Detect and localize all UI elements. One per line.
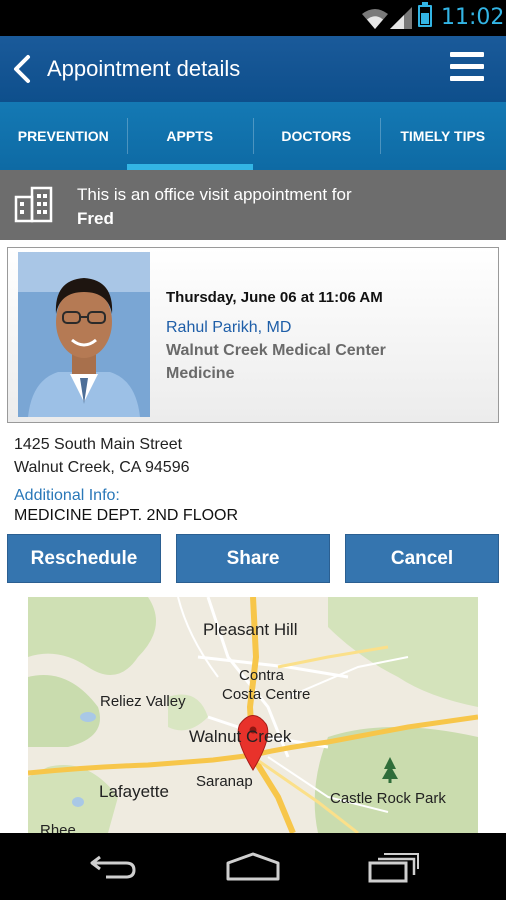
status-clock: 11:02 — [441, 5, 505, 30]
map-label-reliez-valley: Reliez Valley — [100, 693, 186, 710]
map-label-contra: Contra — [239, 667, 285, 684]
patient-name: Fred — [77, 209, 114, 228]
facility-name: Walnut Creek Medical Center — [166, 342, 386, 359]
map-label-costa-centre: Costa Centre — [222, 686, 311, 703]
banner-text: This is an office visit appointment for — [77, 185, 352, 204]
nav-back-icon[interactable] — [88, 851, 138, 881]
doctor-photo — [18, 252, 150, 417]
tab-doctors[interactable]: DOCTORS — [253, 102, 380, 170]
back-arrow-icon[interactable] — [10, 54, 34, 84]
map-label-lafayette: Lafayette — [99, 782, 169, 801]
tab-appts[interactable]: APPTS — [126, 102, 254, 170]
map-label-saranap: Saranap — [196, 773, 253, 790]
address-line-2: Walnut Creek, CA 94596 — [14, 459, 190, 476]
signal-icon — [390, 7, 412, 29]
tab-bar: PREVENTION APPTS DOCTORS TIMELY TIPS — [0, 102, 506, 170]
menu-icon[interactable] — [450, 52, 484, 86]
department-name: Medicine — [166, 365, 235, 382]
nav-recents-icon[interactable] — [368, 851, 420, 883]
page-title: Appointment details — [47, 56, 241, 81]
battery-icon — [418, 2, 432, 27]
location-map[interactable]: Pleasant Hill Contra Costa Centre Reliez… — [28, 597, 478, 833]
appointment-type-banner: This is an office visit appointment for … — [0, 170, 506, 240]
system-nav-bar — [0, 833, 506, 900]
appointment-card: Thursday, June 06 at 11:06 AM Rahul Pari… — [7, 247, 499, 423]
map-label-walnut-creek: Walnut Creek — [189, 727, 292, 746]
map-label-pleasant-hill: Pleasant Hill — [203, 620, 298, 639]
wifi-icon — [362, 9, 388, 29]
map-label-castle-rock-park: Castle Rock Park — [330, 790, 446, 807]
share-button[interactable]: Share — [176, 534, 330, 583]
nav-home-icon[interactable] — [226, 851, 280, 881]
appointment-datetime: Thursday, June 06 at 11:06 AM — [166, 289, 383, 306]
additional-info-label: Additional Info: — [14, 487, 120, 504]
doctor-name-link[interactable]: Rahul Parikh, MD — [166, 319, 291, 337]
cancel-button[interactable]: Cancel — [345, 534, 499, 583]
tab-prevention[interactable]: PREVENTION — [0, 102, 127, 170]
building-icon — [14, 186, 53, 223]
address-line-1: 1425 South Main Street — [14, 436, 183, 453]
status-bar: 11:02 — [0, 0, 506, 36]
action-bar: Appointment details — [0, 36, 506, 102]
reschedule-button[interactable]: Reschedule — [7, 534, 161, 583]
additional-info-value: MEDICINE DEPT. 2ND FLOOR — [14, 507, 239, 524]
facility-address: 1425 South Main Street Walnut Creek, CA … — [14, 433, 190, 479]
map-label-rheem: Rhee — [40, 822, 76, 833]
tab-timely-tips[interactable]: TIMELY TIPS — [379, 102, 506, 170]
